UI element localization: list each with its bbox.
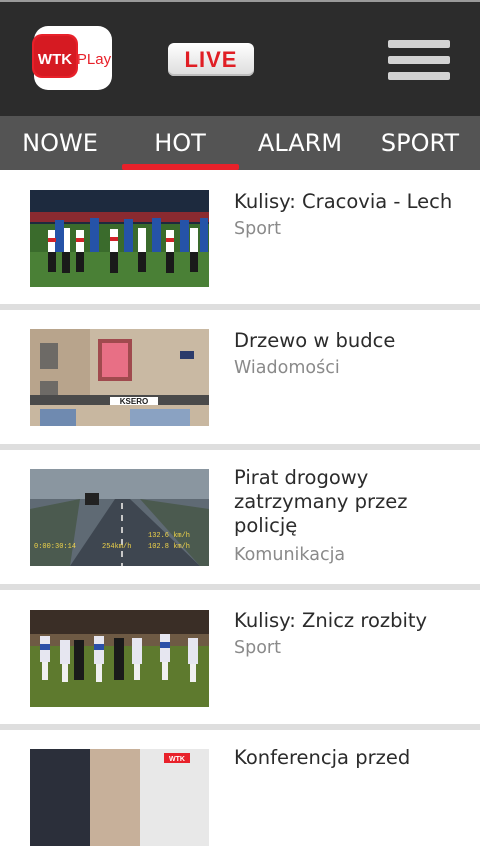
live-button[interactable]: LIVE <box>168 43 254 76</box>
speed-readout: 132.6 km/h <box>148 532 190 540</box>
list-item[interactable]: Kulisy: Znicz rozbity Sport <box>0 590 480 724</box>
list-item[interactable]: WTK Konferencja przed <box>0 730 480 864</box>
wtk-play-logo-image: WTK PLay <box>32 26 112 90</box>
video-category: Wiadomości <box>234 358 340 378</box>
video-title: Pirat drogowy zatrzymany przez policję <box>234 466 408 537</box>
hamburger-menu-icon[interactable] <box>388 40 452 80</box>
tab-hot[interactable]: HOT <box>120 116 240 170</box>
video-title: Kulisy: Cracovia - Lech <box>234 190 453 213</box>
tab-sport[interactable]: SPORT <box>360 116 480 170</box>
football-celebration-image <box>30 610 209 707</box>
wtk-banner-text: WTK <box>169 756 185 763</box>
header-top-edge <box>0 0 480 2</box>
limit-readout: 254km/h <box>102 543 131 551</box>
list-item[interactable]: 132.6 km/h 0:00:30:14 254km/h 102.8 km/h… <box>0 450 480 584</box>
tab-nowe[interactable]: NOWE <box>0 116 120 170</box>
video-thumbnail[interactable] <box>30 190 209 287</box>
video-category: Sport <box>234 219 281 239</box>
menu-bar <box>388 56 450 64</box>
building-facade-image: KSERO <box>30 329 209 426</box>
video-title: Kulisy: Znicz rozbity <box>234 609 428 632</box>
ksero-sign: KSERO <box>120 397 148 406</box>
category-tabs: NOWE HOT ALARM SPORT <box>0 116 480 170</box>
menu-bar <box>388 72 450 80</box>
video-category: Komunikacja <box>234 545 346 565</box>
video-thumbnail[interactable]: KSERO <box>30 329 209 426</box>
time-readout: 0:00:30:14 <box>34 543 76 551</box>
video-title: Drzewo w budce <box>234 329 396 352</box>
tab-alarm[interactable]: ALARM <box>240 116 360 170</box>
video-thumbnail[interactable]: 132.6 km/h 0:00:30:14 254km/h 102.8 km/h <box>30 469 209 566</box>
svg-text:WTK: WTK <box>38 51 72 68</box>
app-header: WTK PLay LIVE <box>0 0 480 116</box>
video-category: Sport <box>234 638 281 658</box>
video-title: Konferencja przed <box>234 746 411 769</box>
dashcam-road-image: 132.6 km/h 0:00:30:14 254km/h 102.8 km/h <box>30 469 209 566</box>
speed-readout-2: 102.8 km/h <box>148 543 190 551</box>
menu-bar <box>388 40 450 48</box>
list-item[interactable]: Kulisy: Cracovia - Lech Sport <box>0 170 480 304</box>
video-thumbnail[interactable] <box>30 610 209 707</box>
wtk-play-logo[interactable]: WTK PLay <box>28 22 116 94</box>
svg-text:PLay: PLay <box>77 51 112 68</box>
football-team-lineup-image <box>30 190 209 287</box>
list-item[interactable]: KSERO Drzewo w budce Wiadomości <box>0 310 480 444</box>
